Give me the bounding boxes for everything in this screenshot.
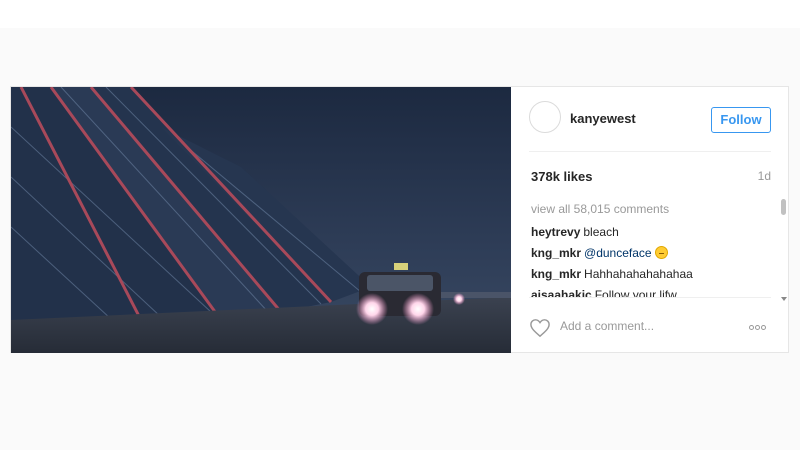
view-all-comments-link[interactable]: view all 58,015 comments bbox=[531, 202, 669, 216]
top-bar bbox=[0, 0, 800, 28]
comment-username[interactable]: kng_mkr bbox=[531, 246, 581, 260]
post-card: kanyewest Follow 378k likes 1d view all … bbox=[10, 86, 789, 353]
comments-list: view all 58,015 comments heytrevy bleach … bbox=[529, 199, 771, 297]
avatar[interactable] bbox=[529, 101, 561, 133]
username-link[interactable]: kanyewest bbox=[570, 111, 636, 126]
comment-username[interactable]: heytrevy bbox=[531, 225, 580, 239]
follow-button[interactable]: Follow bbox=[711, 107, 771, 133]
post-header: kanyewest Follow bbox=[529, 87, 771, 152]
post-photo[interactable] bbox=[11, 87, 511, 353]
more-options-icon[interactable] bbox=[749, 320, 771, 330]
comment-item: kng_mkr Hahhahahahahahaa bbox=[531, 267, 693, 281]
likes-count[interactable]: 378k likes bbox=[531, 169, 592, 184]
scrollbar-thumb[interactable] bbox=[781, 199, 786, 215]
comment-item: kng_mkr @dunceface bbox=[531, 246, 668, 260]
comment-text: Hahhahahahahahaa bbox=[584, 267, 693, 281]
heart-outline-icon[interactable] bbox=[529, 318, 551, 338]
likes-row: 378k likes 1d bbox=[529, 169, 771, 187]
photo-illustration bbox=[11, 87, 511, 353]
scroll-down-arrow-icon[interactable] bbox=[781, 297, 787, 301]
expressionless-face-icon bbox=[654, 246, 668, 259]
post-footer: Add a comment... bbox=[529, 297, 771, 354]
add-comment-input[interactable]: Add a comment... bbox=[560, 319, 654, 333]
post-age[interactable]: 1d bbox=[758, 169, 771, 183]
comment-mention-link[interactable]: @dunceface bbox=[584, 246, 652, 260]
comment-text: bleach bbox=[583, 225, 619, 239]
comment-username[interactable]: aisaahakic bbox=[531, 288, 592, 297]
comment-item: heytrevy bleach bbox=[531, 225, 619, 239]
comments-scrollbar[interactable] bbox=[781, 199, 787, 301]
comment-username[interactable]: kng_mkr bbox=[531, 267, 581, 281]
comment-text: Follow your lifw bbox=[594, 288, 677, 297]
comment-item: aisaahakic Follow your lifw bbox=[531, 288, 677, 297]
post-sidebar: kanyewest Follow 378k likes 1d view all … bbox=[511, 87, 789, 353]
